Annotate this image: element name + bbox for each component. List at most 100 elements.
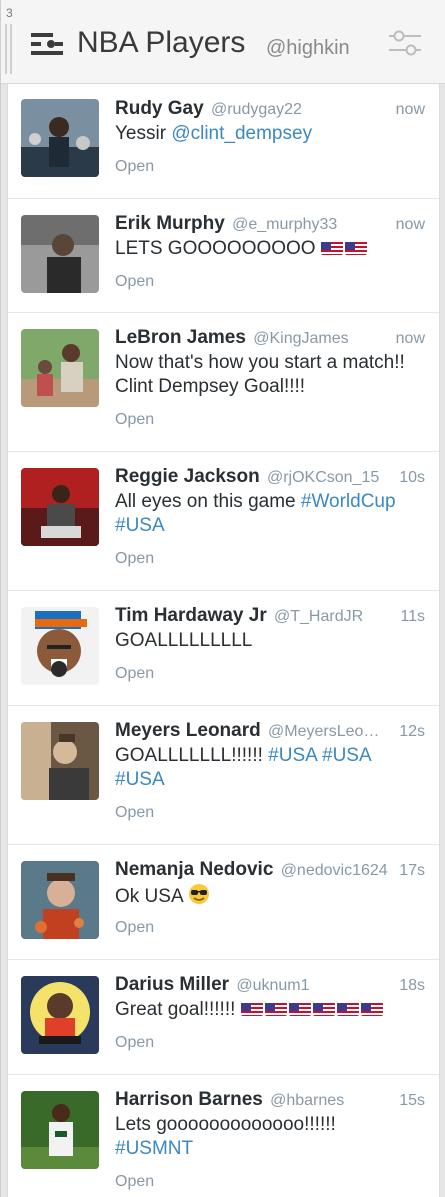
open-link[interactable]: Open	[115, 1173, 154, 1191]
tweet-text-content: All eyes on this game	[115, 491, 301, 512]
author-name[interactable]: Darius Miller	[115, 974, 229, 995]
open-link[interactable]: Open	[115, 919, 154, 937]
timestamp[interactable]: 18s	[399, 977, 425, 995]
tweet-text-content: Great goal!!!!!!	[115, 999, 236, 1020]
author-line: Rudy Gay @rudygay22	[115, 98, 302, 120]
tweet-feed[interactable]: Rudy Gay @rudygay22 now Yessir @clint_de…	[7, 84, 440, 1197]
author-name[interactable]: Rudy Gay	[115, 98, 204, 119]
author-handle[interactable]: @MeyersLeo…	[268, 723, 379, 740]
timestamp[interactable]: 12s	[399, 723, 425, 741]
author-name[interactable]: Nemanja Nedovic	[115, 859, 273, 880]
author-name[interactable]: LeBron James	[115, 327, 246, 348]
tweet-item[interactable]: Nemanja Nedovic @nedovic1624 17s Ok USA …	[8, 845, 439, 960]
tweet-text-content: LETS GOOOOOOOOO	[115, 238, 316, 259]
tweet-text: Lets gooooooooooooo!!!!!! #USMNT	[115, 1113, 415, 1161]
tweet-item[interactable]: Harrison Barnes @hbarnes 15s Lets gooooo…	[8, 1075, 439, 1197]
timestamp[interactable]: 10s	[399, 469, 425, 487]
timestamp[interactable]: 15s	[399, 1092, 425, 1110]
open-link[interactable]: Open	[115, 273, 154, 291]
timestamp[interactable]: 17s	[399, 862, 425, 880]
us-flag-emoji	[336, 1001, 359, 1016]
us-flag-emoji	[264, 1001, 287, 1016]
tweet-item[interactable]: Tim Hardaway Jr @T_HardJR 11s GOALLLLLLL…	[8, 591, 439, 706]
column-title: NBA Players	[77, 26, 246, 59]
column-index: 3	[6, 6, 13, 20]
hashtag-link[interactable]: #USA	[115, 515, 165, 536]
author-line: LeBron James @KingJames	[115, 327, 349, 349]
author-handle[interactable]: @uknum1	[236, 977, 309, 994]
tweet-text: Ok USA	[115, 883, 415, 909]
tweet-text: LETS GOOOOOOOOO	[115, 237, 415, 261]
hashtag-link[interactable]: #WorldCup	[301, 491, 396, 512]
author-name[interactable]: Meyers Leonard	[115, 720, 261, 741]
author-handle[interactable]: @T_HardJR	[274, 608, 363, 625]
column-handle: @highkin	[266, 37, 350, 59]
avatar[interactable]	[21, 976, 99, 1054]
author-line: Darius Miller @uknum1	[115, 974, 310, 996]
author-handle[interactable]: @rjOKCson_15	[267, 469, 379, 486]
tweet-text: Great goal!!!!!!	[115, 998, 415, 1022]
author-line: Meyers Leonard @MeyersLeo…	[115, 720, 379, 742]
tweetdeck-column: 3 NBA Players @highkin Rudy Gay @rudygay…	[0, 0, 445, 1197]
open-link[interactable]: Open	[115, 1034, 154, 1052]
column-header: 3 NBA Players @highkin	[1, 0, 445, 84]
open-link[interactable]: Open	[115, 550, 154, 568]
author-name[interactable]: Tim Hardaway Jr	[115, 605, 267, 626]
us-flag-emoji	[240, 1001, 263, 1016]
tweet-item[interactable]: LeBron James @KingJames now Now that's h…	[8, 313, 439, 452]
us-flag-emoji	[288, 1001, 311, 1016]
tweet-text: GOALLLLLLL!!!!!! #USA #USA #USA	[115, 744, 415, 792]
author-name[interactable]: Erik Murphy	[115, 213, 225, 234]
timestamp[interactable]: 11s	[400, 608, 425, 626]
timestamp[interactable]: now	[396, 216, 425, 234]
tweet-item[interactable]: Darius Miller @uknum1 18s Great goal!!!!…	[8, 960, 439, 1075]
author-line: Harrison Barnes @hbarnes	[115, 1089, 344, 1111]
tweet-item[interactable]: Reggie Jackson @rjOKCson_15 10s All eyes…	[8, 452, 439, 591]
sliders-icon[interactable]	[387, 28, 423, 58]
author-line: Tim Hardaway Jr @T_HardJR	[115, 605, 363, 627]
mention-link[interactable]: @clint_dempsey	[171, 123, 312, 144]
author-line: Erik Murphy @e_murphy33	[115, 213, 337, 235]
column-drag-handle[interactable]	[5, 24, 12, 74]
avatar[interactable]	[21, 607, 99, 685]
tweet-text: Now that's how you start a match!! Clint…	[115, 352, 405, 397]
tweet-item[interactable]: Erik Murphy @e_murphy33 now LETS GOOOOOO…	[8, 199, 439, 313]
avatar[interactable]	[21, 329, 99, 407]
tweet-text-content: Yessir	[115, 123, 172, 144]
hashtag-link[interactable]: #USA	[115, 769, 165, 790]
open-link[interactable]: Open	[115, 411, 154, 429]
open-link[interactable]: Open	[115, 158, 154, 176]
timestamp[interactable]: now	[396, 101, 425, 119]
hashtag-link[interactable]: #USMNT	[115, 1138, 193, 1159]
author-handle[interactable]: @e_murphy33	[232, 216, 337, 233]
hashtag-link[interactable]: #USA #USA	[268, 745, 372, 766]
author-name[interactable]: Harrison Barnes	[115, 1089, 263, 1110]
author-handle[interactable]: @KingJames	[253, 330, 348, 347]
avatar[interactable]	[21, 861, 99, 939]
open-link[interactable]: Open	[115, 804, 154, 822]
author-handle[interactable]: @rudygay22	[211, 101, 302, 118]
avatar[interactable]	[21, 1091, 99, 1169]
list-filter-icon	[31, 33, 63, 55]
tweet-text-content: Lets gooooooooooooo!!!!!!	[115, 1114, 336, 1135]
tweet-text-content: Ok USA	[115, 886, 183, 907]
us-flag-emoji	[344, 240, 367, 255]
us-flag-emoji	[312, 1001, 335, 1016]
avatar[interactable]	[21, 722, 99, 800]
tweet-text: GOALLLLLLLLL	[115, 630, 253, 651]
tweet-item[interactable]: Meyers Leonard @MeyersLeo… 12s GOALLLLLL…	[8, 706, 439, 845]
author-line: Nemanja Nedovic @nedovic1624	[115, 859, 388, 881]
author-line: Reggie Jackson @rjOKCson_15	[115, 466, 379, 488]
tweet-item[interactable]: Rudy Gay @rudygay22 now Yessir @clint_de…	[8, 84, 439, 199]
author-handle[interactable]: @nedovic1624	[281, 862, 388, 879]
avatar[interactable]	[21, 215, 99, 293]
avatar[interactable]	[21, 99, 99, 177]
timestamp[interactable]: now	[396, 330, 425, 348]
open-link[interactable]: Open	[115, 665, 154, 683]
sunglasses-face-emoji	[188, 884, 209, 904]
author-handle[interactable]: @hbarnes	[270, 1092, 344, 1109]
tweet-text: All eyes on this game #WorldCup #USA	[115, 490, 415, 538]
us-flag-emoji	[320, 240, 343, 255]
avatar[interactable]	[21, 468, 99, 546]
author-name[interactable]: Reggie Jackson	[115, 466, 260, 487]
